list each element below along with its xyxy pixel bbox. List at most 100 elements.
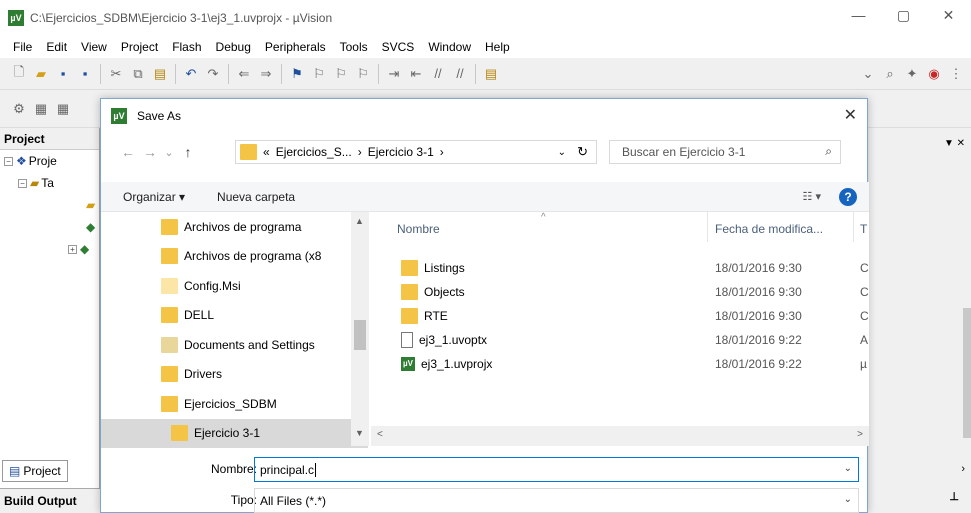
close-button[interactable]: ✕ [926, 0, 971, 30]
save-icon[interactable]: ▪ [52, 63, 74, 85]
nav-item[interactable]: Archivos de programa [101, 212, 368, 242]
incremental-find-icon[interactable]: ✦ [901, 63, 923, 85]
file-hscrollbar[interactable]: < > [371, 426, 869, 446]
nav-item[interactable]: DELL [101, 301, 368, 331]
breadcrumb-separator[interactable]: › [358, 145, 362, 159]
breadcrumb-prefix[interactable]: « [263, 145, 270, 159]
nav-item[interactable]: Documents and Settings [101, 330, 368, 360]
project-tab[interactable]: ▤ Project [2, 460, 68, 482]
menu-file[interactable]: File [6, 40, 39, 54]
open-folder-icon[interactable]: ▰ [30, 63, 52, 85]
chevron-down-icon[interactable]: ⌄ [844, 463, 852, 474]
nav-item[interactable]: Drivers [101, 360, 368, 390]
project-root-node[interactable]: − ❖ Proje [0, 150, 99, 172]
refresh-icon[interactable]: ↻ [577, 144, 588, 160]
breadcrumb-separator[interactable]: › [440, 145, 444, 159]
recent-locations-icon[interactable]: ⌄ [161, 146, 177, 159]
filename-input[interactable]: principal.c ⌄ [254, 457, 859, 482]
undo-icon[interactable]: ↶ [180, 63, 202, 85]
nav-forward-icon[interactable]: ⇒ [255, 63, 277, 85]
scroll-left-icon[interactable]: < [377, 429, 383, 440]
target-node[interactable]: − ▰ Ta [0, 172, 99, 194]
find-icon[interactable]: ⌕ [879, 63, 901, 85]
up-folder-icon[interactable]: ↑ [177, 144, 199, 160]
rebuild-icon[interactable]: ▦ [52, 98, 74, 120]
filetype-select[interactable]: All Files (*.*) ⌄ [254, 488, 859, 513]
unindent-icon[interactable]: ⇤ [405, 63, 427, 85]
redo-icon[interactable]: ↷ [202, 63, 224, 85]
next-bookmark-icon[interactable]: ⚐ [330, 63, 352, 85]
address-dropdown-icon[interactable]: ⌄ [558, 147, 566, 158]
menu-tools[interactable]: Tools [333, 40, 375, 54]
nav-item-selected[interactable]: Ejercicio 3-1 [101, 418, 368, 448]
file-row[interactable]: µV ej3_1.uvprojx 18/01/2016 9:22 µ [371, 351, 869, 376]
find-in-files-icon[interactable]: ▤ [480, 63, 502, 85]
column-divider[interactable] [707, 212, 708, 242]
menu-view[interactable]: View [74, 40, 114, 54]
scroll-right-icon[interactable]: › [961, 463, 965, 475]
build-icon[interactable]: ▦ [30, 98, 52, 120]
bookmark-icon[interactable]: ⚑ [286, 63, 308, 85]
component-node[interactable]: ◆ [0, 216, 99, 238]
dialog-close-button[interactable]: ✕ [844, 105, 857, 125]
column-name[interactable]: Nombre [397, 222, 440, 236]
breadcrumb-segment[interactable]: Ejercicios_S... [276, 145, 352, 159]
copy-icon[interactable]: ⧉ [127, 63, 149, 85]
menu-debug[interactable]: Debug [209, 40, 258, 54]
pin-icon[interactable]: ⊥ [949, 490, 959, 503]
search-input[interactable]: Buscar en Ejercicio 3-1 ⌕ [609, 140, 841, 164]
expand-icon[interactable]: + [68, 244, 77, 254]
menu-window[interactable]: Window [421, 40, 478, 54]
uncomment-icon[interactable]: // [449, 63, 471, 85]
menu-flash[interactable]: Flash [165, 40, 208, 54]
new-folder-button[interactable]: Nueva carpeta [217, 190, 295, 204]
scroll-down-icon[interactable]: ▼ [355, 428, 364, 438]
collapse-icon[interactable]: − [18, 178, 27, 188]
collapse-icon[interactable]: − [4, 156, 13, 166]
nav-scrollbar-thumb[interactable] [354, 320, 366, 350]
search-icon[interactable]: ⌕ [825, 144, 832, 159]
column-divider[interactable] [853, 212, 854, 242]
paste-icon[interactable]: ▤ [149, 63, 171, 85]
scroll-right-icon[interactable]: > [857, 429, 863, 440]
more-tools-icon[interactable]: ⋮ [945, 63, 967, 85]
back-arrow-icon[interactable]: ← [117, 144, 139, 160]
nav-scrollbar[interactable]: ▲ ▼ [351, 212, 369, 446]
comment-icon[interactable]: // [427, 63, 449, 85]
menu-project[interactable]: Project [114, 40, 165, 54]
prev-bookmark-icon[interactable]: ⚐ [308, 63, 330, 85]
menu-help[interactable]: Help [478, 40, 517, 54]
chevron-down-icon[interactable]: ⌄ [844, 494, 852, 505]
clear-bookmarks-icon[interactable]: ⚐ [352, 63, 374, 85]
forward-arrow-icon[interactable]: → [139, 144, 161, 160]
debug-session-icon[interactable]: ◉ [923, 63, 945, 85]
editor-scrollbar-thumb[interactable] [963, 308, 971, 438]
group-node[interactable]: ▰ [0, 194, 99, 216]
menu-peripherals[interactable]: Peripherals [258, 40, 333, 54]
indent-icon[interactable]: ⇥ [383, 63, 405, 85]
panel-dropdown-icon[interactable]: ▼ ✕ [944, 138, 965, 149]
nav-item[interactable]: Archivos de programa (x8 [101, 242, 368, 272]
view-options-icon[interactable]: ☷ ▾ [803, 190, 821, 203]
file-row[interactable]: Objects 18/01/2016 9:30 C [371, 279, 869, 304]
nav-back-icon[interactable]: ⇐ [233, 63, 255, 85]
help-icon[interactable]: ? [839, 188, 857, 206]
minimize-button[interactable]: — [836, 0, 881, 30]
cut-icon[interactable]: ✂ [105, 63, 127, 85]
nav-item[interactable]: Ejercicios_SDBM [101, 389, 368, 419]
save-all-icon[interactable]: ▪ [74, 63, 96, 85]
target-dropdown-icon[interactable]: ⌄ [857, 63, 879, 85]
translate-icon[interactable]: ⚙ [8, 98, 30, 120]
scroll-up-icon[interactable]: ▲ [355, 216, 364, 226]
menu-edit[interactable]: Edit [39, 40, 74, 54]
column-type[interactable]: T [860, 222, 867, 236]
address-bar[interactable]: « Ejercicios_S... › Ejercicio 3-1 › ⌄ ↻ [235, 140, 597, 164]
column-date[interactable]: Fecha de modifica... [715, 222, 823, 236]
maximize-button[interactable]: ▢ [881, 0, 926, 30]
rte-node[interactable]: + ◆ [0, 238, 99, 260]
menu-svcs[interactable]: SVCS [375, 40, 422, 54]
file-row[interactable]: RTE 18/01/2016 9:30 C [371, 303, 869, 328]
file-row[interactable]: Listings 18/01/2016 9:30 C [371, 255, 869, 280]
breadcrumb-segment[interactable]: Ejercicio 3-1 [368, 145, 434, 159]
nav-item[interactable]: Config.Msi [101, 271, 368, 301]
